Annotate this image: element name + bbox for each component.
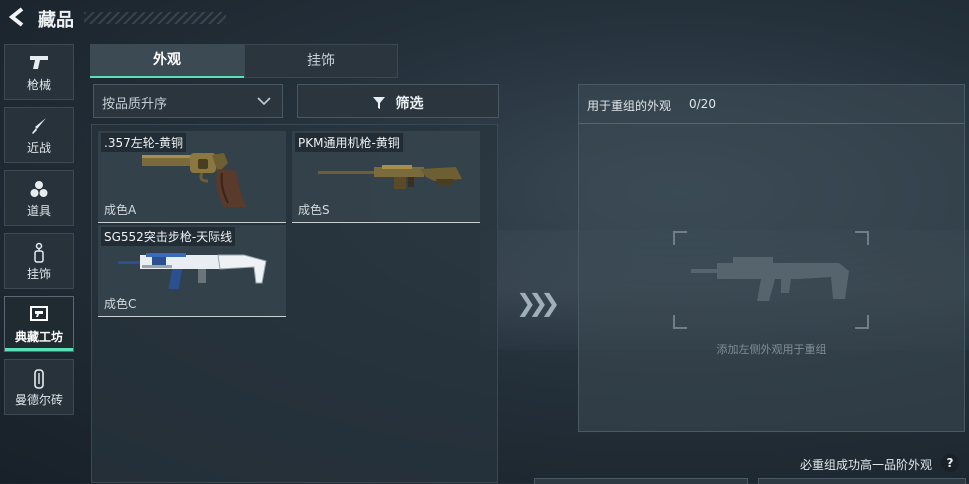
item-name: SG552突击步枪-天际线 <box>101 227 236 246</box>
item-card[interactable]: SG552突击步枪-天际线 成色C <box>98 225 286 317</box>
revolver-icon <box>142 153 246 207</box>
sort-dropdown[interactable]: 按品质升序 <box>93 84 283 118</box>
grenades-icon <box>5 179 73 201</box>
footer-note: 必重组成功高一品阶外观 <box>800 458 933 472</box>
charm-icon <box>5 242 73 264</box>
slot-corner <box>673 315 687 329</box>
sidebar-item-label: 典藏工坊 <box>14 330 63 344</box>
sidebar-item-label: 挂饰 <box>26 267 51 281</box>
recombine-slot[interactable] <box>673 231 869 329</box>
filter-button[interactable]: 筛选 <box>297 84 499 118</box>
footer-button[interactable] <box>534 478 748 484</box>
help-icon[interactable]: ? <box>941 454 959 472</box>
assault-rifle-icon <box>118 253 267 289</box>
sidebar-item-label: 道具 <box>26 204 51 218</box>
slot-corner <box>855 231 869 245</box>
item-name: PKM通用机枪-黄铜 <box>295 133 403 152</box>
item-card[interactable]: PKM通用机枪-黄铜 成色S <box>292 131 480 223</box>
item-grade: 成色C <box>104 297 137 311</box>
sidebar-item-label: 枪械 <box>26 78 51 92</box>
machine-gun-icon <box>318 165 462 189</box>
sidebar-item-props[interactable]: 道具 <box>4 170 74 226</box>
sidebar-item-workshop[interactable]: 典藏工坊 <box>4 296 74 352</box>
sidebar-item-label: 近战 <box>26 141 51 155</box>
brick-icon <box>5 368 73 390</box>
item-grade: 成色S <box>298 203 330 217</box>
sidebar-item-mandel-brick[interactable]: 曼德尔砖 <box>4 359 74 415</box>
empty-hint: 添加左侧外观用于重组 <box>716 343 827 356</box>
chevron-down-icon <box>257 97 271 106</box>
workshop-icon <box>5 305 73 327</box>
recombine-panel: 用于重组的外观 0/20 添加左侧外观用于重组 <box>578 84 965 432</box>
sidebar-item-melee[interactable]: 近战 <box>4 107 74 163</box>
rifle-silhouette-icon <box>691 257 849 301</box>
tab-appearance[interactable]: 外观 <box>90 44 244 78</box>
sort-value: 按品质升序 <box>102 97 168 112</box>
tab-charms[interactable]: 挂饰 <box>244 44 398 78</box>
filter-icon <box>373 97 386 109</box>
slot-corner <box>673 231 687 245</box>
title-decoration <box>84 12 226 24</box>
filter-label: 筛选 <box>395 96 424 112</box>
back-arrow-icon[interactable] <box>6 6 28 28</box>
chevrons-right-icon: ❯❯❯ <box>516 289 560 317</box>
pistol-icon <box>5 53 73 75</box>
category-tabs: 外观 挂饰 <box>90 44 398 78</box>
divider <box>579 123 964 124</box>
page-title: 藏品 <box>38 10 74 31</box>
knife-icon <box>5 116 73 138</box>
item-card[interactable]: .357左轮-黄铜 成色A <box>98 131 286 223</box>
item-grade: 成色A <box>104 203 137 217</box>
sidebar-item-guns[interactable]: 枪械 <box>4 44 74 100</box>
item-name: .357左轮-黄铜 <box>101 133 187 152</box>
recombine-heading: 用于重组的外观 <box>587 99 672 113</box>
recombine-count: 0/20 <box>689 97 716 111</box>
sidebar-item-charms[interactable]: 挂饰 <box>4 233 74 289</box>
active-indicator <box>5 348 73 351</box>
item-grid: .357左轮-黄铜 成色A PKM通用机枪-黄铜 成色S SG552突击步枪-天… <box>91 124 498 483</box>
sidebar-item-label: 曼德尔砖 <box>14 393 63 407</box>
footer-button[interactable] <box>758 478 966 484</box>
slot-corner <box>855 315 869 329</box>
header: 藏品 <box>0 0 240 34</box>
sidebar: 枪械 近战 道具 挂饰 典藏工坊 曼德尔砖 <box>4 44 76 422</box>
